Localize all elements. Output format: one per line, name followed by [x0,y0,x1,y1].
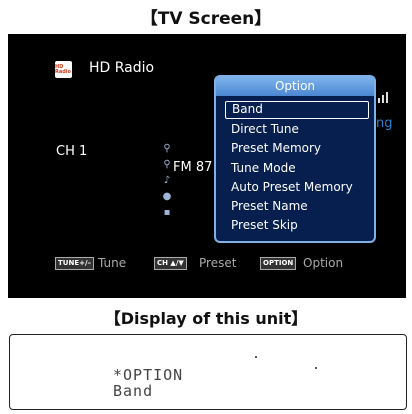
menu-item-preset-skip[interactable]: Preset Skip [225,216,369,234]
option-key-label: Option [303,256,344,270]
station-icon: ⚲ [163,143,171,154]
menu-item-band[interactable]: Band [225,101,369,119]
album-icon: ▪ [163,207,171,218]
key-guide-bar: TUNE+/– Tune CH ▲/▼ Preset OPTION Option [55,255,395,271]
music-note-icon: ♪ [163,175,171,186]
option-menu-panel: Option Band Direct Tune Preset Memory Tu… [214,75,376,243]
menu-item-direct-tune[interactable]: Direct Tune [225,120,369,138]
source-title: HD Radio [89,60,155,76]
menu-item-auto-preset-memory[interactable]: Auto Preset Memory [225,178,369,196]
option-menu-list: Band Direct Tune Preset Memory Tune Mode… [225,101,369,235]
tv-screen-caption: 【TV Screen】 [140,9,272,29]
menu-item-tune-mode[interactable]: Tune Mode [225,159,369,177]
unit-display-caption: 【Display of this unit】 [104,309,308,328]
menu-item-preset-memory[interactable]: Preset Memory [225,139,369,157]
frequency-icon: ⚲ [163,159,171,170]
display-line-2: Band [113,382,154,400]
station-info-partial: ng [376,116,393,131]
display-indicator [315,367,317,369]
tune-key-label: Tune [98,256,127,270]
hd-radio-logo-text: HD Radio [55,63,71,75]
unit-front-display: *OPTION Band [9,334,407,410]
option-menu-title: Option [216,77,374,96]
artist-icon: ● [162,191,172,202]
hd-radio-logo: HD Radio [55,61,72,78]
display-indicator [255,356,257,358]
channel-label: CH 1 [56,144,88,159]
display-line-1: *OPTION [113,366,184,384]
tv-screen: HD Radio HD Radio ng CH 1 ⚲ ⚲ ♪ ● ▪ FM 8… [8,34,406,298]
preset-key-label: Preset [199,256,237,270]
menu-item-preset-name[interactable]: Preset Name [225,197,369,215]
frequency-text: FM 87 [173,160,213,175]
tune-key-badge: TUNE+/– [55,257,95,270]
preset-key-badge: CH ▲/▼ [154,257,187,270]
option-key-badge: OPTION [260,257,297,270]
signal-strength-icon [378,89,392,103]
